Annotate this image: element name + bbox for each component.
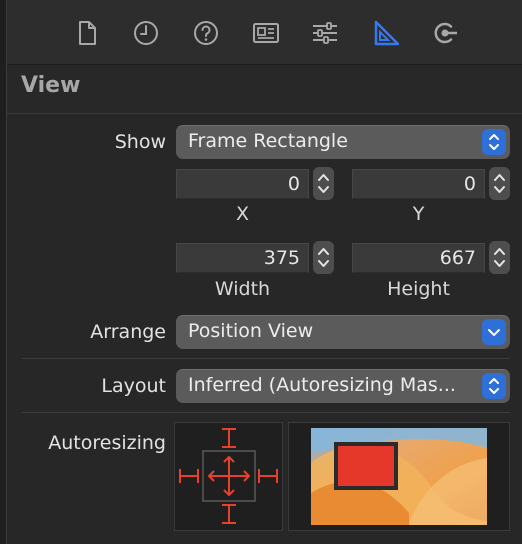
y-field[interactable]: 0 bbox=[352, 169, 485, 199]
arrange-label: Arrange bbox=[90, 321, 166, 343]
height-stepper[interactable] bbox=[489, 241, 510, 274]
x-field[interactable]: 0 bbox=[176, 169, 309, 199]
layout-label: Layout bbox=[101, 375, 166, 397]
arrange-popup-value: Position View bbox=[188, 320, 314, 342]
inspector-toolbar bbox=[7, 0, 522, 65]
updown-chevron-icon bbox=[482, 129, 506, 155]
x-stepper[interactable] bbox=[313, 167, 334, 200]
identity-icon[interactable] bbox=[250, 17, 282, 49]
autoresizing-struts-springs[interactable] bbox=[175, 423, 282, 530]
show-popup[interactable]: Frame Rectangle bbox=[176, 125, 510, 159]
file-icon[interactable] bbox=[71, 17, 103, 49]
section-title: View bbox=[21, 73, 81, 98]
y-stepper[interactable] bbox=[489, 167, 510, 200]
width-caption: Width bbox=[214, 278, 271, 300]
wallpaper-preview-image bbox=[311, 428, 487, 525]
size-inspector-panel: View Show Frame Rectangle 0 0 X Y 375 66… bbox=[0, 0, 522, 544]
divider bbox=[22, 412, 510, 413]
autoresizing-mask-control[interactable] bbox=[174, 422, 283, 531]
show-label: Show bbox=[114, 131, 166, 153]
y-caption: Y bbox=[412, 203, 425, 225]
x-caption: X bbox=[235, 203, 250, 225]
help-icon[interactable] bbox=[190, 17, 222, 49]
autoresizing-preview bbox=[288, 422, 510, 531]
arrange-popup[interactable]: Position View bbox=[176, 315, 510, 349]
width-field[interactable]: 375 bbox=[176, 243, 309, 273]
attributes-icon[interactable] bbox=[309, 17, 341, 49]
updown-chevron-icon bbox=[482, 373, 506, 399]
layout-popup[interactable]: Inferred (Autoresizing Mas... bbox=[176, 369, 510, 403]
history-icon[interactable] bbox=[130, 17, 162, 49]
chevron-down-icon bbox=[482, 319, 506, 345]
height-field[interactable]: 667 bbox=[352, 243, 485, 273]
connections-icon[interactable] bbox=[429, 17, 461, 49]
view-frame-preview bbox=[338, 446, 394, 486]
divider bbox=[22, 358, 510, 359]
size-icon[interactable] bbox=[369, 17, 401, 49]
view-section-header[interactable]: View bbox=[7, 65, 522, 114]
panel-divider[interactable] bbox=[0, 0, 7, 544]
width-stepper[interactable] bbox=[313, 241, 334, 274]
height-caption: Height bbox=[387, 278, 450, 300]
autoresizing-label: Autoresizing bbox=[48, 432, 166, 454]
layout-popup-value: Inferred (Autoresizing Mas... bbox=[188, 374, 456, 396]
show-popup-value: Frame Rectangle bbox=[188, 130, 348, 152]
